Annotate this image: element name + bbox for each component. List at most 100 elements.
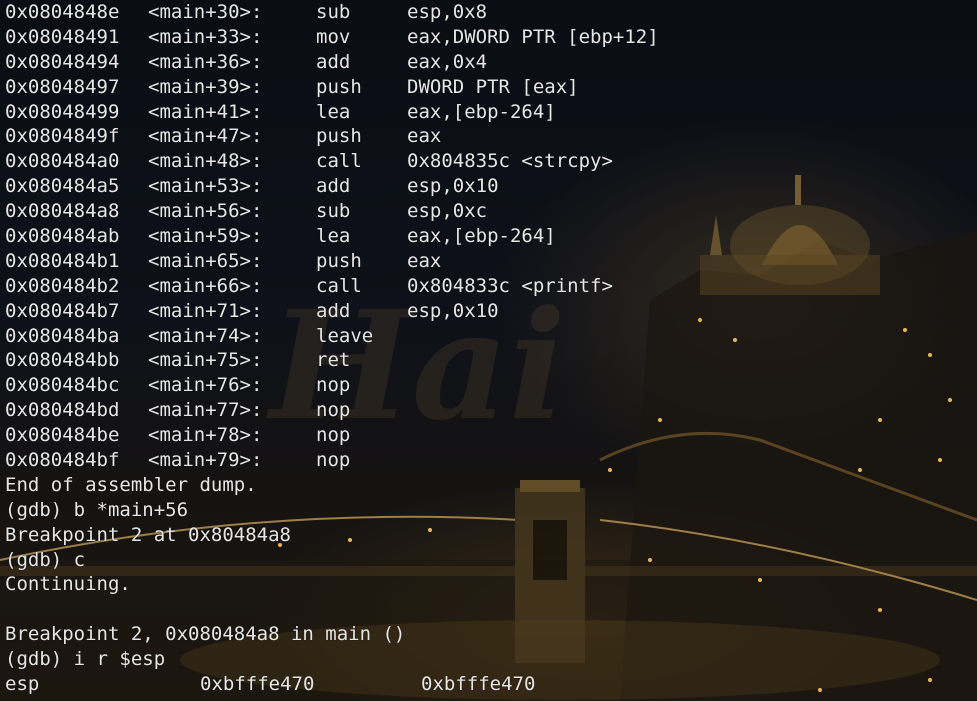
instruction-opcode: lea (316, 225, 351, 248)
instruction-operands: eax,0x4 (407, 50, 488, 73)
instruction-address: 0x08048491 (5, 25, 120, 48)
instruction-operands: eax,DWORD PTR [ebp+12] (407, 25, 659, 48)
disassembly-line: 0x080484ba <main+74>: leave (5, 324, 659, 349)
instruction-symbol: <main+75>: (148, 349, 263, 372)
instruction-operands: esp,0xc (407, 200, 488, 223)
instruction-opcode: add (316, 299, 351, 322)
disassembly-line: 0x080484ab <main+59>: lea eax,[ebp-264] (5, 224, 659, 249)
instruction-operands: 0x804833c <printf> (407, 274, 613, 297)
instruction-operands: 0x804835c <strcpy> (407, 150, 613, 173)
instruction-opcode: ret (316, 349, 351, 372)
instruction-operands: esp,0x10 (407, 299, 499, 322)
session-line (5, 597, 659, 622)
instruction-symbol: <main+56>: (148, 200, 263, 223)
instruction-address: 0x080484bf (5, 449, 120, 472)
instruction-opcode: push (316, 249, 362, 272)
disassembly-listing: 0x0804848e <main+30>: sub esp,0x8 0x08048491… (5, 0, 659, 473)
disassembly-line: 0x08048494 <main+36>: add eax,0x4 (5, 50, 659, 75)
instruction-symbol: <main+66>: (148, 274, 263, 297)
disassembly-line: 0x080484a8 <main+56>: sub esp,0xc (5, 199, 659, 224)
instruction-operands: eax,[ebp-264] (407, 225, 556, 248)
instruction-opcode: leave (316, 324, 374, 347)
instruction-opcode: push (316, 125, 362, 148)
instruction-symbol: <main+71>: (148, 299, 263, 322)
instruction-operands: eax,[ebp-264] (407, 100, 556, 123)
instruction-opcode: nop (316, 449, 351, 472)
instruction-opcode: call (316, 274, 362, 297)
instruction-symbol: <main+78>: (148, 424, 263, 447)
session-line: Breakpoint 2 at 0x80484a8 (5, 523, 291, 546)
disassembly-line: 0x08048499 <main+41>: lea eax,[ebp-264] (5, 100, 659, 125)
disassembly-line: 0x080484be <main+78>: nop (5, 423, 659, 448)
disassembly-line: 0x080484a5 <main+53>: add esp,0x10 (5, 174, 659, 199)
instruction-address: 0x080484a0 (5, 150, 120, 173)
session-line: (gdb) b *main+56 (5, 498, 189, 521)
instruction-opcode: add (316, 175, 351, 198)
register-hex: 0xbfffe470 (200, 673, 315, 696)
disassembly-line: 0x0804849f <main+47>: push eax (5, 124, 659, 149)
instruction-symbol: <main+79>: (148, 449, 263, 472)
instruction-address: 0x080484ba (5, 324, 120, 347)
disassembly-line: 0x080484bd <main+77>: nop (5, 398, 659, 423)
register-row: esp 0xbfffe470 0xbfffe470 (5, 672, 659, 697)
session-line: End of assembler dump. (5, 473, 257, 496)
register-value: 0xbfffe470 (421, 673, 536, 696)
gdb-session-log: End of assembler dump. (gdb) b *main+56 Br… (5, 473, 659, 672)
session-line: Breakpoint 2, 0x080484a8 in main () (5, 623, 406, 646)
instruction-symbol: <main+48>: (148, 150, 263, 173)
instruction-address: 0x080484b1 (5, 249, 120, 272)
instruction-symbol: <main+65>: (148, 249, 263, 272)
disassembly-line: 0x08048491 <main+33>: mov eax,DWORD PTR [eb… (5, 25, 659, 50)
instruction-symbol: <main+47>: (148, 125, 263, 148)
instruction-operands: DWORD PTR [eax] (407, 75, 579, 98)
instruction-address: 0x080484ab (5, 225, 120, 248)
disassembly-line: 0x080484b1 <main+65>: push eax (5, 249, 659, 274)
instruction-opcode: nop (316, 374, 351, 397)
disassembly-line: 0x080484bb <main+75>: ret (5, 348, 659, 373)
instruction-address: 0x080484a5 (5, 175, 120, 198)
instruction-address: 0x08048497 (5, 75, 120, 98)
instruction-symbol: <main+53>: (148, 175, 263, 198)
instruction-operands: esp,0x10 (407, 175, 499, 198)
instruction-address: 0x08048499 (5, 100, 120, 123)
instruction-opcode: nop (316, 424, 351, 447)
instruction-symbol: <main+36>: (148, 50, 263, 73)
disassembly-line: 0x080484b7 <main+71>: add esp,0x10 (5, 299, 659, 324)
instruction-address: 0x080484be (5, 424, 120, 447)
session-line: (gdb) c (5, 548, 86, 571)
instruction-address: 0x08048494 (5, 50, 120, 73)
instruction-opcode: nop (316, 399, 351, 422)
session-line: Continuing. (5, 573, 131, 596)
gdb-output[interactable]: 0x0804848e <main+30>: sub esp,0x8 0x08048491… (5, 0, 659, 697)
instruction-symbol: <main+41>: (148, 100, 263, 123)
instruction-address: 0x0804848e (5, 1, 120, 23)
disassembly-line: 0x080484bf <main+79>: nop (5, 448, 659, 473)
instruction-address: 0x080484a8 (5, 200, 120, 223)
disassembly-line: 0x080484bc <main+76>: nop (5, 373, 659, 398)
instruction-opcode: push (316, 75, 362, 98)
disassembly-line: 0x0804848e <main+30>: sub esp,0x8 (5, 0, 659, 25)
session-line: (gdb) i r $esp (5, 648, 166, 671)
instruction-address: 0x080484bc (5, 374, 120, 397)
instruction-operands: eax (407, 249, 442, 272)
instruction-address: 0x080484b2 (5, 274, 120, 297)
instruction-address: 0x0804849f (5, 125, 120, 148)
instruction-opcode: mov (316, 25, 351, 48)
register-name: esp (5, 673, 40, 696)
instruction-operands: eax (407, 125, 442, 148)
instruction-symbol: <main+77>: (148, 399, 263, 422)
instruction-symbol: <main+30>: (148, 1, 263, 23)
instruction-opcode: add (316, 50, 351, 73)
instruction-symbol: <main+39>: (148, 75, 263, 98)
terminal-window[interactable]: Hai 0x0804848e <main+30>: sub esp,0x8 0x0804… (0, 0, 977, 701)
instruction-opcode: call (316, 150, 362, 173)
instruction-symbol: <main+74>: (148, 324, 263, 347)
instruction-address: 0x080484b7 (5, 299, 120, 322)
instruction-symbol: <main+33>: (148, 25, 263, 48)
instruction-opcode: sub (316, 1, 351, 23)
disassembly-line: 0x080484a0 <main+48>: call 0x804835c <strcp… (5, 149, 659, 174)
instruction-opcode: lea (316, 100, 351, 123)
instruction-address: 0x080484bd (5, 399, 120, 422)
instruction-address: 0x080484bb (5, 349, 120, 372)
instruction-opcode: sub (316, 200, 351, 223)
